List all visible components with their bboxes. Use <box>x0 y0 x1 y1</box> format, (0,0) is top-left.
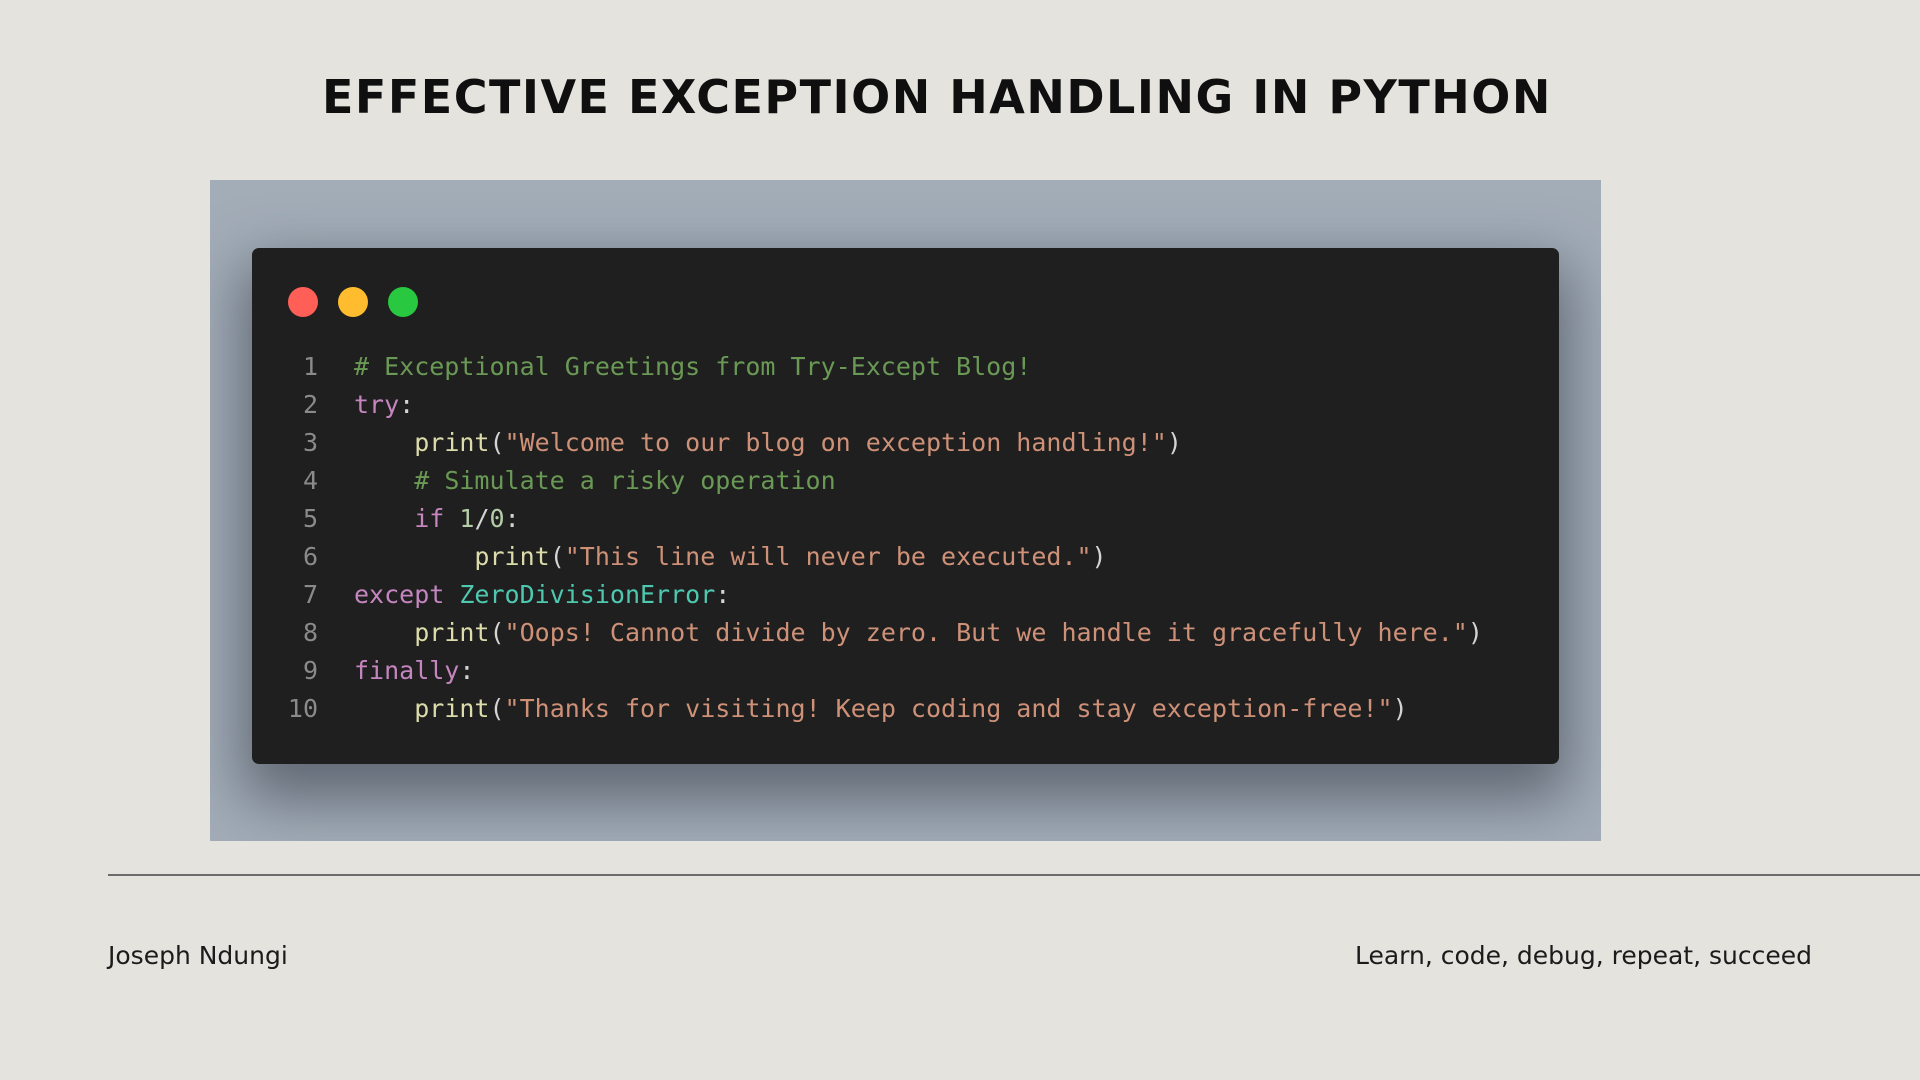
code-line: 3 print("Welcome to our blog on exceptio… <box>252 424 1483 462</box>
code-token: : <box>459 656 475 685</box>
code-token: 0 <box>489 504 505 533</box>
code-token: ( <box>489 694 505 723</box>
line-number: 9 <box>302 656 318 685</box>
footer-divider <box>108 874 1920 876</box>
close-button <box>288 287 318 317</box>
code-line: 2 try: <box>252 386 1483 424</box>
footer-tagline: Learn, code, debug, repeat, succeed <box>1354 941 1812 970</box>
line-number: 1 <box>302 352 318 381</box>
code-token: : <box>504 504 520 533</box>
code-token: # Simulate a risky operation <box>414 466 836 495</box>
code-line: 8 print("Oops! Cannot divide by zero. Bu… <box>252 614 1483 652</box>
line-number: 6 <box>302 542 318 571</box>
line-code: finally: <box>318 652 474 690</box>
code-token: "This line will never be executed." <box>564 542 1092 571</box>
code-token: / <box>474 504 490 533</box>
line-code: print("Welcome to our blog on exception … <box>318 424 1182 462</box>
code-token: try <box>354 390 400 419</box>
code-token: "Oops! Cannot divide by zero. But we han… <box>504 618 1468 647</box>
line-code: try: <box>318 386 414 424</box>
code-token: ( <box>549 542 565 571</box>
code-line: 9 finally: <box>252 652 1483 690</box>
code-token: print <box>414 428 490 457</box>
code-block: 1 # Exceptional Greetings from Try-Except… <box>252 348 1483 728</box>
code-token: ) <box>1392 694 1408 723</box>
line-number: 2 <box>302 390 318 419</box>
code-token: except <box>354 580 445 609</box>
code-line: 1 # Exceptional Greetings from Try-Except… <box>252 348 1483 386</box>
maximize-button <box>388 287 418 317</box>
code-token: : <box>715 580 731 609</box>
code-token: ZeroDivisionError <box>459 580 716 609</box>
line-code: # Exceptional Greetings from Try-Except … <box>318 348 1031 386</box>
code-token: ( <box>489 428 505 457</box>
code-token: ( <box>489 618 505 647</box>
line-number: 10 <box>287 694 318 723</box>
code-token: : <box>399 390 415 419</box>
code-token: print <box>414 694 490 723</box>
line-code: print("Thanks for visiting! Keep coding … <box>318 690 1408 728</box>
code-screenshot-backdrop: 1 # Exceptional Greetings from Try-Except… <box>210 180 1601 841</box>
line-code: print("Oops! Cannot divide by zero. But … <box>318 614 1483 652</box>
footer-author: Joseph Ndungi <box>108 941 288 970</box>
line-number: 8 <box>302 618 318 647</box>
code-line: 5 if 1/0: <box>252 500 1483 538</box>
minimize-button <box>338 287 368 317</box>
code-line: 4 # Simulate a risky operation <box>252 462 1483 500</box>
code-token: print <box>414 618 490 647</box>
line-number: 5 <box>302 504 318 533</box>
line-code: # Simulate a risky operation <box>318 462 836 500</box>
code-line: 10 print("Thanks for visiting! Keep codi… <box>252 690 1483 728</box>
line-number: 7 <box>302 580 318 609</box>
code-token: 1 <box>459 504 475 533</box>
slide-title: EFFECTIVE EXCEPTION HANDLING IN PYTHON <box>322 70 1552 124</box>
line-code: print("This line will never be executed.… <box>318 538 1107 576</box>
code-token: "Thanks for visiting! Keep coding and st… <box>504 694 1393 723</box>
code-token: ) <box>1467 618 1483 647</box>
code-line: 6 print("This line will never be execute… <box>252 538 1483 576</box>
code-token: ) <box>1091 542 1107 571</box>
line-code: except ZeroDivisionError: <box>318 576 730 614</box>
code-token: print <box>474 542 550 571</box>
code-token: if <box>414 504 445 533</box>
code-token: ) <box>1166 428 1182 457</box>
window-controls <box>288 287 418 317</box>
line-number: 3 <box>302 428 318 457</box>
code-line: 7 except ZeroDivisionError: <box>252 576 1483 614</box>
code-token: "Welcome to our blog on exception handli… <box>504 428 1167 457</box>
line-number: 4 <box>302 466 318 495</box>
code-token: finally <box>354 656 460 685</box>
code-token: # Exceptional Greetings from Try-Except … <box>354 352 1032 381</box>
code-window: 1 # Exceptional Greetings from Try-Except… <box>252 248 1559 764</box>
line-code: if 1/0: <box>318 500 520 538</box>
